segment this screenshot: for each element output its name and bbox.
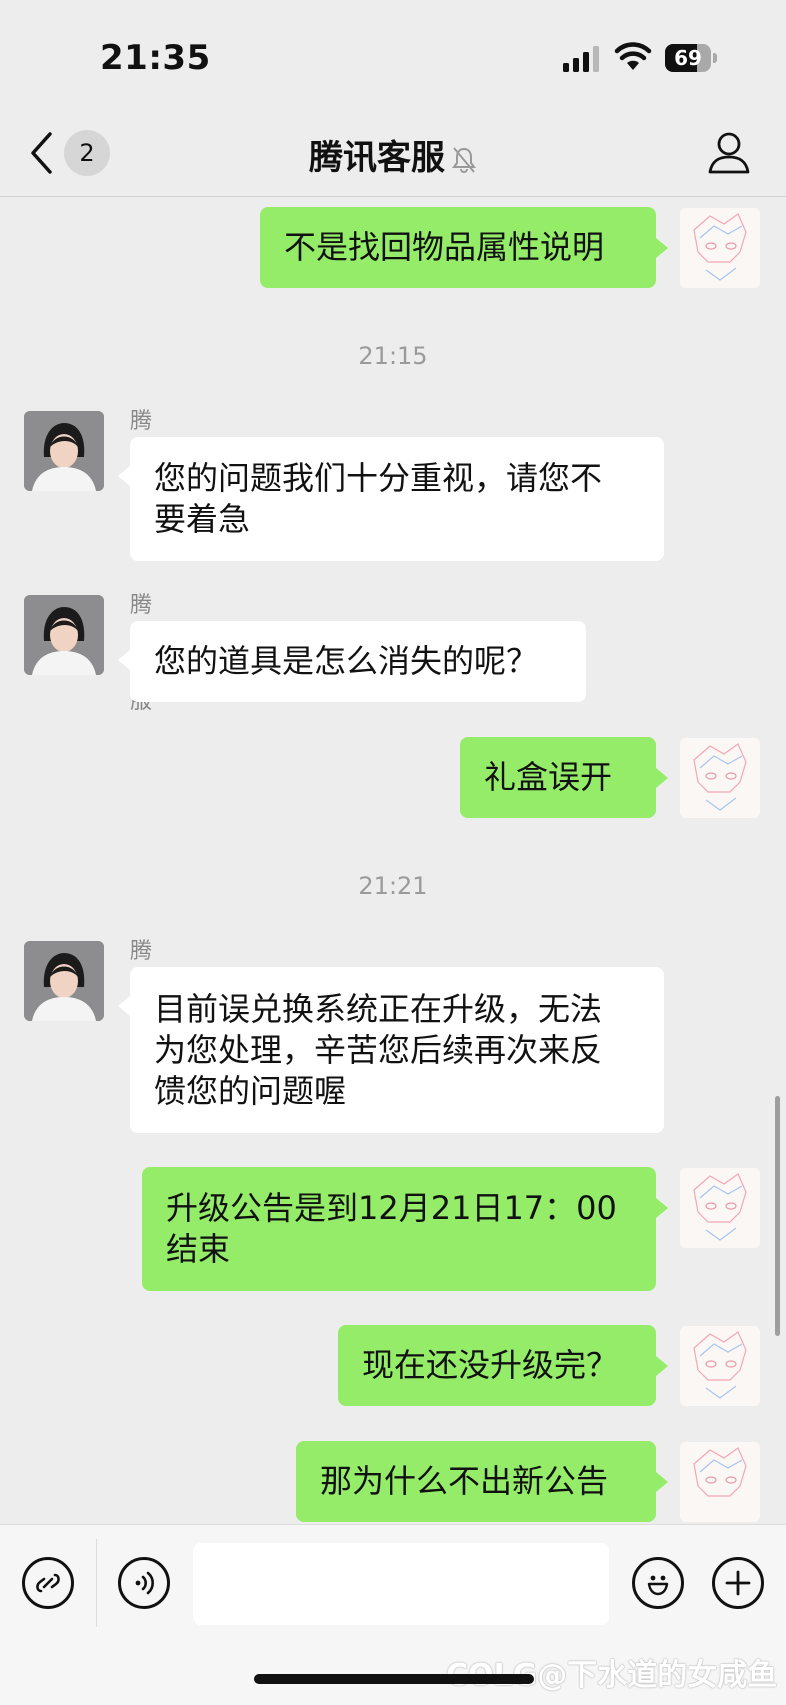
- message-bubble[interactable]: 您的问题我们十分重视，请您不 要着急: [130, 437, 664, 561]
- link-icon: [36, 1573, 60, 1593]
- message-bubble[interactable]: 升级公告是到12月21日17：00 结束: [142, 1167, 656, 1291]
- message-text: 不是找回物品属性说明: [284, 228, 605, 266]
- home-indicator[interactable]: [254, 1674, 534, 1684]
- avatar-me[interactable]: [680, 1168, 760, 1248]
- message-text: 那为什么不出新公告: [320, 1462, 609, 1500]
- message-bubble[interactable]: 目前误兑换系统正在升级，无法 为您处理，辛苦您后续再次来反 馈您的问题喔: [130, 967, 664, 1133]
- bell-slash-icon: [452, 146, 476, 173]
- smiley-icon: [647, 1575, 669, 1596]
- message-timestamp: 21:15: [358, 342, 428, 370]
- person-icon[interactable]: [706, 130, 752, 176]
- battery-percent: 69: [674, 46, 702, 70]
- signal-icon: [563, 46, 599, 72]
- divider: [96, 1539, 97, 1627]
- message-text-line: 目前误兑换系统正在升级，无法: [154, 989, 603, 1028]
- chevron-left-icon: [31, 132, 52, 174]
- mini-program-button[interactable]: [22, 1557, 74, 1609]
- message-input[interactable]: [193, 1543, 609, 1625]
- message-bubble[interactable]: 礼盒误开: [460, 737, 656, 818]
- message-bubble[interactable]: 您的道具是怎么消失的呢？: [130, 621, 586, 702]
- scrollbar[interactable]: [775, 1096, 780, 1336]
- message-text: 现在还没升级完？: [362, 1346, 619, 1384]
- avatar-me[interactable]: [680, 208, 760, 288]
- message-text-line: 结束: [166, 1230, 231, 1268]
- unread-badge: 2: [64, 130, 110, 176]
- message-text-line: 馈您的问题喔: [154, 1071, 347, 1110]
- add-button[interactable]: [712, 1557, 764, 1609]
- emoji-button[interactable]: [632, 1557, 684, 1609]
- status-bar: 21:35 69: [0, 0, 786, 110]
- battery-indicator: 69: [665, 44, 717, 72]
- message-bubble[interactable]: 不是找回物品属性说明: [260, 207, 656, 288]
- avatar-agent[interactable]: [24, 411, 104, 491]
- chat-title: 腾讯客服: [309, 138, 445, 178]
- message-text-line: 您的道具是怎么消失的呢？: [154, 642, 539, 680]
- avatar-me[interactable]: [680, 738, 760, 818]
- watermark: COLG@下水道的女咸鱼: [446, 1658, 778, 1693]
- voice-button[interactable]: [118, 1557, 170, 1609]
- chat-header: 腾讯客服 2: [0, 110, 786, 197]
- message-bubble[interactable]: 现在还没升级完？: [338, 1325, 656, 1406]
- plus-icon: [725, 1570, 751, 1596]
- message-text: 礼盒误开: [484, 758, 613, 796]
- message-bubble[interactable]: 那为什么不出新公告: [296, 1441, 656, 1522]
- avatar-me[interactable]: [680, 1442, 760, 1522]
- message-text-line: 要着急: [154, 500, 251, 538]
- status-time: 21:35: [100, 38, 211, 78]
- message-text-line: 您的问题我们十分重视，请您不: [154, 459, 603, 497]
- back-button[interactable]: 2: [28, 128, 118, 178]
- wifi-icon: [614, 42, 652, 70]
- avatar-agent[interactable]: [24, 941, 104, 1021]
- avatar-agent[interactable]: [24, 595, 104, 675]
- voice-icon: [135, 1571, 154, 1595]
- message-text-line: 为您处理，辛苦您后续再次来反: [154, 1030, 603, 1069]
- message-timestamp: 21:21: [358, 872, 428, 900]
- avatar-me[interactable]: [680, 1326, 760, 1406]
- message-text-line: 升级公告是到12月21日17：00: [166, 1189, 617, 1227]
